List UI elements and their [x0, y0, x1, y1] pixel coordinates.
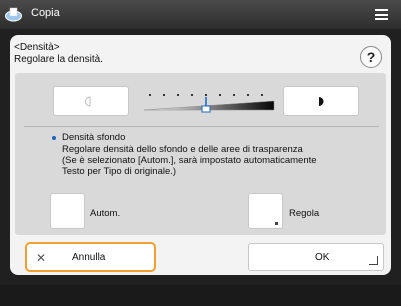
auto-button[interactable]: [50, 193, 85, 229]
title-bar: Copia: [0, 0, 401, 29]
adjust-label: Regola: [289, 208, 320, 219]
dialog-instruction: Regolare la densità.: [14, 54, 103, 65]
density-scale[interactable]: [139, 90, 279, 118]
menu-icon[interactable]: [375, 9, 388, 20]
app-title: Copia: [31, 7, 60, 19]
copy-app-icon: [5, 7, 22, 22]
background-density-description-line: (Se è selezionato [Autom.], sarà imposta…: [62, 155, 317, 166]
background-density-description-line: Testo per Tipo di originale.): [62, 166, 177, 177]
enter-corner-icon: [369, 256, 378, 265]
background-density-description-line: Regolare densità dello sfondo e delle ar…: [62, 144, 303, 155]
cancel-label: Annulla: [72, 252, 106, 263]
corner-indicator-icon: [275, 222, 278, 225]
dialog-title: <Densità>: [14, 42, 60, 53]
darker-icon: [319, 97, 324, 106]
lighter-icon: [85, 96, 91, 107]
ok-label: OK: [315, 252, 330, 263]
divider: [24, 126, 379, 127]
density-slider-indicator: [201, 97, 211, 113]
background-density-title: Densità sfondo: [62, 132, 126, 143]
adjust-button[interactable]: [248, 193, 283, 229]
auto-label: Autom.: [90, 208, 121, 219]
scale-ticks: [149, 94, 263, 96]
bottom-bar: [0, 285, 401, 306]
close-icon: ✕: [36, 251, 47, 265]
cancel-button[interactable]: ✕ Annulla: [25, 242, 156, 272]
lighter-button[interactable]: [53, 86, 129, 116]
ok-button[interactable]: OK: [248, 243, 384, 271]
bullet-icon: [52, 136, 56, 140]
help-button[interactable]: ?: [360, 46, 382, 68]
darker-button[interactable]: [283, 86, 359, 116]
